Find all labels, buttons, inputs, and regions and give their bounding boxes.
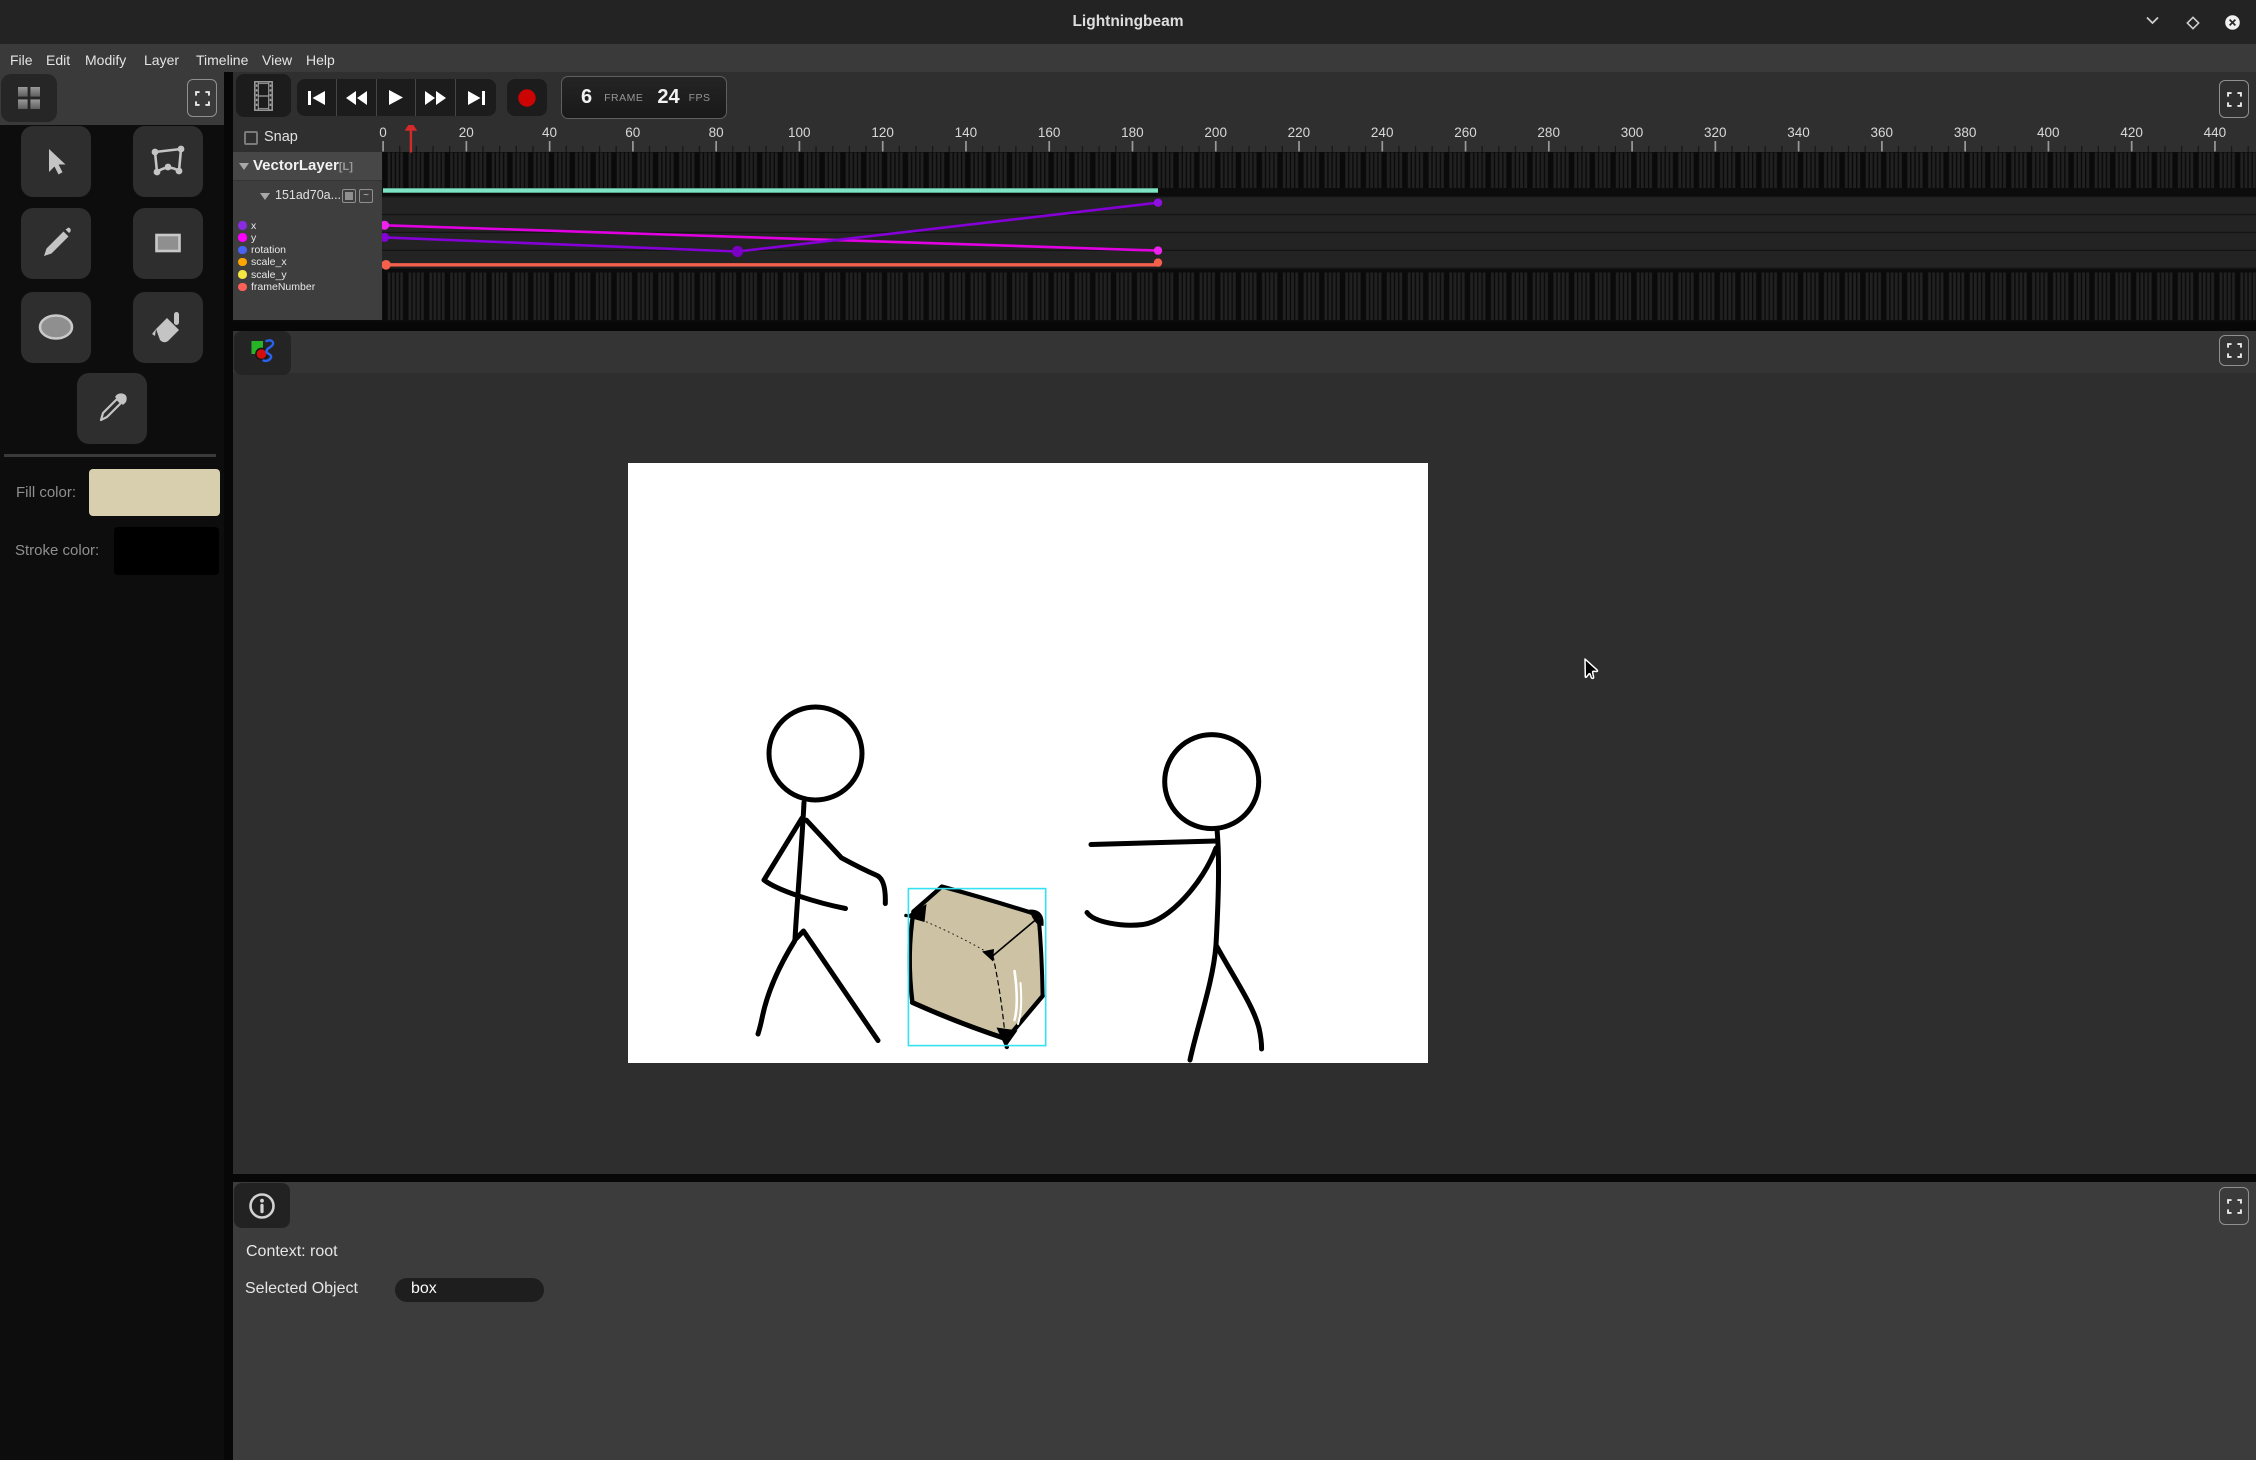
- svg-text:320: 320: [1704, 125, 1727, 140]
- svg-text:40: 40: [542, 125, 557, 140]
- svg-text:20: 20: [459, 125, 474, 140]
- svg-text:420: 420: [2120, 125, 2143, 140]
- svg-text:340: 340: [1787, 125, 1810, 140]
- svg-text:180: 180: [1121, 125, 1144, 140]
- svg-text:220: 220: [1288, 125, 1311, 140]
- svg-text:160: 160: [1038, 125, 1061, 140]
- svg-text:260: 260: [1454, 125, 1477, 140]
- svg-text:120: 120: [871, 125, 894, 140]
- svg-text:360: 360: [1871, 125, 1894, 140]
- svg-text:240: 240: [1371, 125, 1394, 140]
- svg-text:60: 60: [625, 125, 640, 140]
- svg-text:200: 200: [1204, 125, 1227, 140]
- svg-text:280: 280: [1537, 125, 1560, 140]
- svg-text:440: 440: [2204, 125, 2227, 140]
- svg-text:100: 100: [788, 125, 811, 140]
- svg-text:400: 400: [2037, 125, 2060, 140]
- svg-text:0: 0: [379, 125, 387, 140]
- svg-text:300: 300: [1621, 125, 1644, 140]
- svg-text:80: 80: [709, 125, 724, 140]
- svg-text:380: 380: [1954, 125, 1977, 140]
- svg-text:140: 140: [955, 125, 978, 140]
